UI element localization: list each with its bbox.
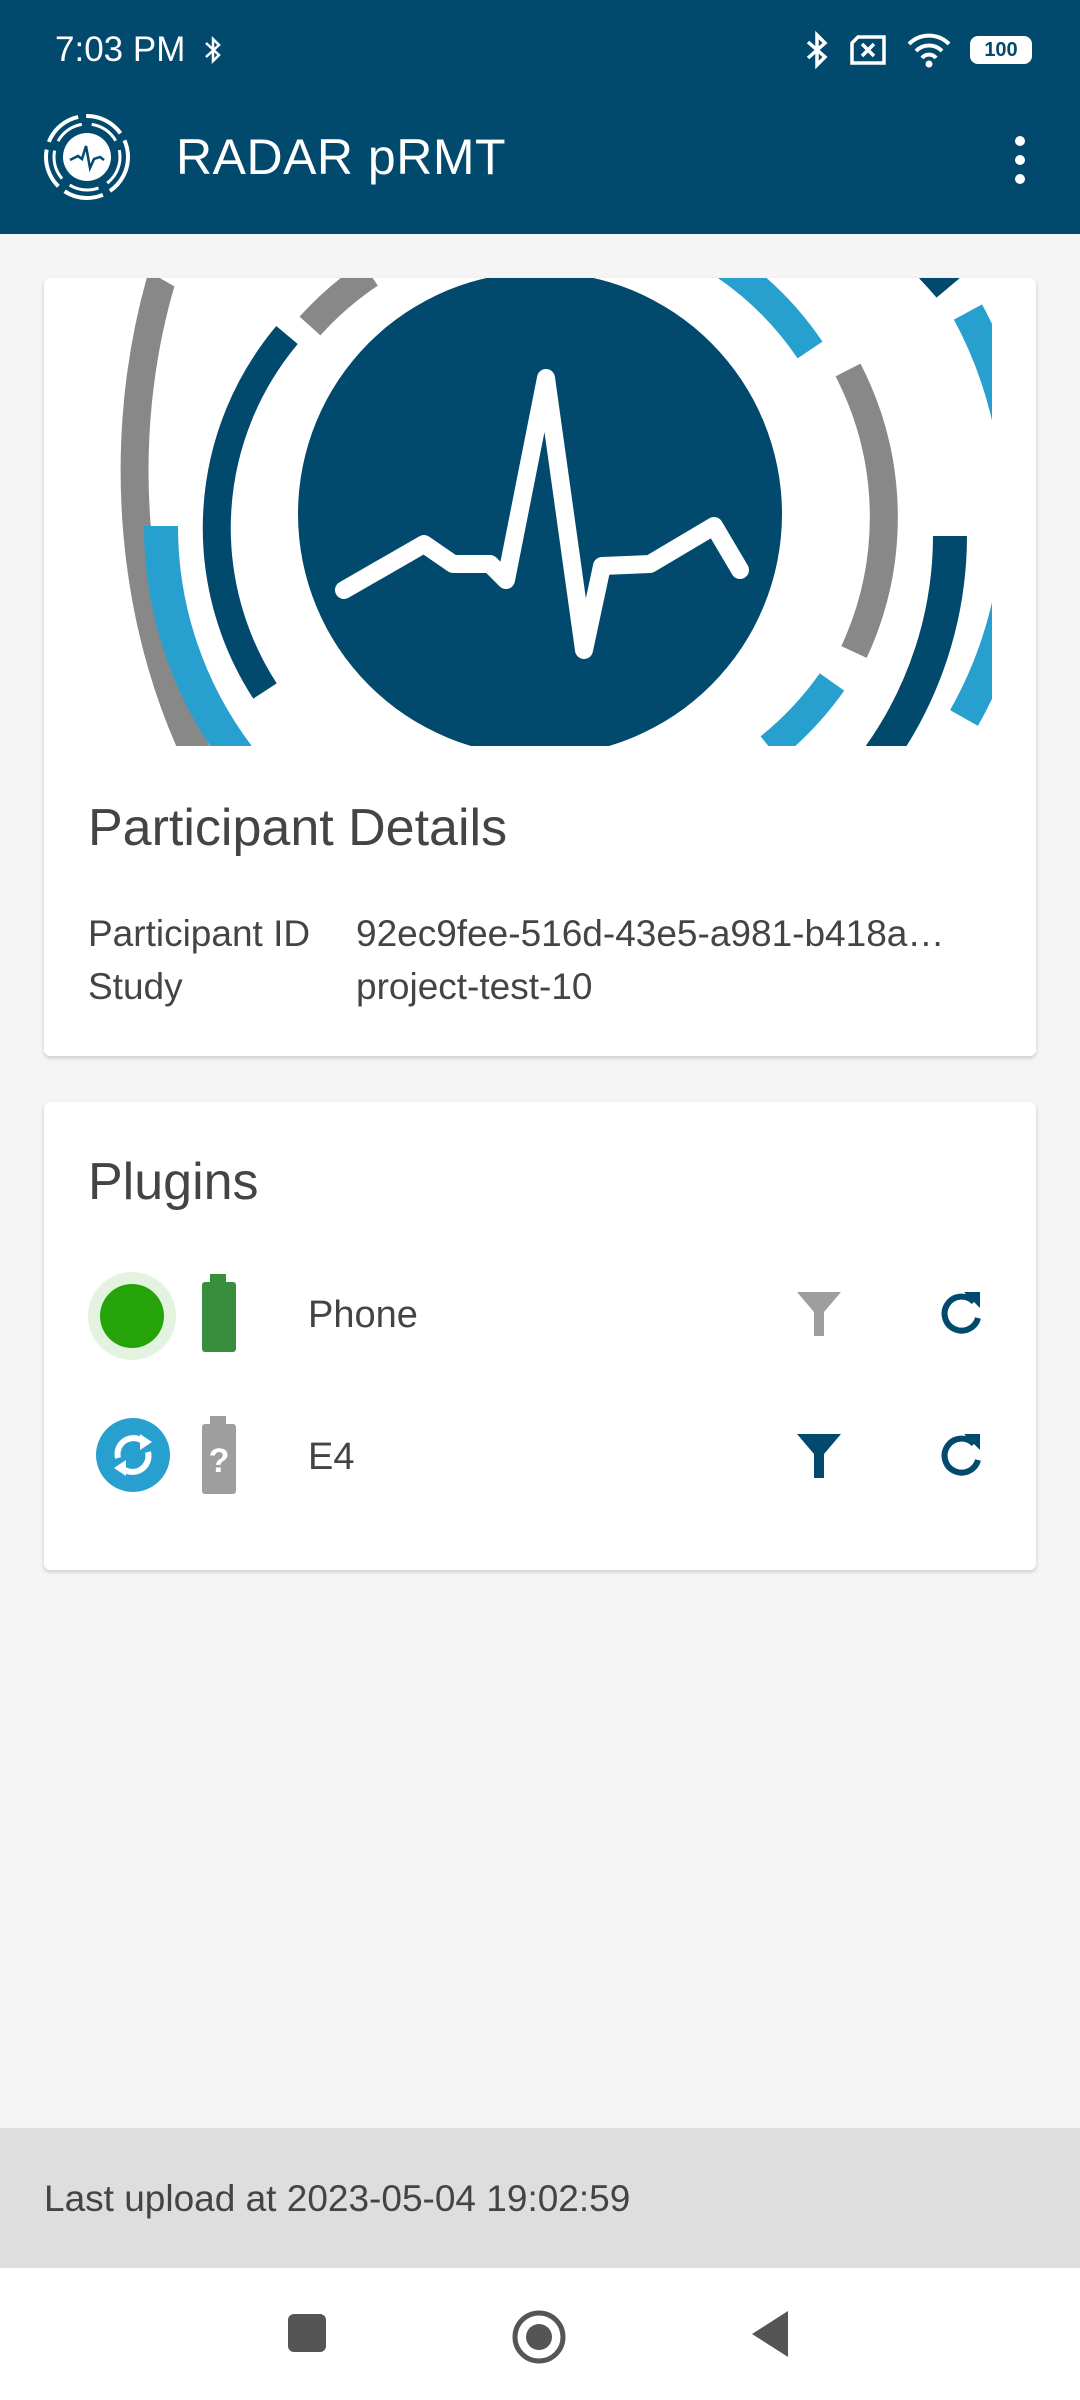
home-circle-icon[interactable] [510, 2308, 568, 2366]
more-vert-icon [1015, 136, 1025, 146]
status-time: 7:03 PM [55, 30, 186, 69]
participant-id-value: 92ec9fee-516d-43e5-a981-b418a… [356, 913, 945, 954]
plugin-row-e4: ? E4 [88, 1410, 988, 1510]
last-upload-text: Last upload at 2023-05-04 19:02:59 [44, 2178, 631, 2219]
participant-id-label: Participant ID [88, 913, 311, 954]
plugin-name-phone: Phone [308, 1294, 418, 1336]
wifi-icon [907, 33, 951, 68]
refresh-icon[interactable] [936, 1286, 986, 1340]
overflow-menu-button[interactable] [1000, 130, 1040, 190]
battery-indicator: 100 [970, 36, 1032, 64]
system-navigation-bar [0, 2268, 1080, 2400]
participant-details-card: Participant Details Participant ID 92ec9… [44, 278, 1036, 1056]
connected-status-indicator [88, 1272, 176, 1360]
connected-dot-icon [100, 1284, 164, 1348]
svg-text:?: ? [209, 1442, 230, 1480]
back-triangle-icon[interactable] [748, 2308, 792, 2360]
battery-full-icon [202, 1274, 236, 1352]
recents-square-icon[interactable] [286, 2312, 328, 2354]
sync-icon [114, 1434, 152, 1476]
filter-icon[interactable] [794, 1430, 844, 1484]
study-row: Study project-test-10 [88, 966, 1008, 1008]
app-title: RADAR pRMT [176, 129, 507, 185]
participant-id-row: Participant ID 92ec9fee-516d-43e5-a981-b… [88, 913, 1008, 955]
top-bar: 7:03 PM 100 RADAR pRMT [0, 0, 1080, 234]
status-icons: 100 [804, 30, 1032, 70]
status-bar: 7:03 PM 100 [0, 0, 1080, 106]
refresh-icon[interactable] [936, 1428, 986, 1482]
study-value: project-test-10 [356, 966, 593, 1007]
study-label: Study [88, 966, 183, 1007]
participant-details-title: Participant Details [88, 799, 508, 857]
no-sim-icon [850, 35, 886, 65]
filter-icon[interactable] [794, 1288, 844, 1342]
radar-hero-logo-icon [120, 278, 992, 746]
plugins-title: Plugins [88, 1153, 259, 1211]
syncing-status-indicator [96, 1418, 170, 1492]
plugin-name-e4: E4 [308, 1436, 355, 1478]
bluetooth-icon [806, 30, 828, 70]
last-upload-bar: Last upload at 2023-05-04 19:02:59 [0, 2128, 1080, 2268]
app-logo-icon [44, 114, 130, 200]
battery-unknown-icon: ? [202, 1416, 236, 1494]
plugins-card: Plugins Phone ? E4 [44, 1102, 1036, 1570]
app-bar: RADAR pRMT [0, 106, 1080, 234]
plugin-row-phone: Phone [88, 1268, 988, 1368]
bluetooth-small-icon [205, 35, 221, 65]
